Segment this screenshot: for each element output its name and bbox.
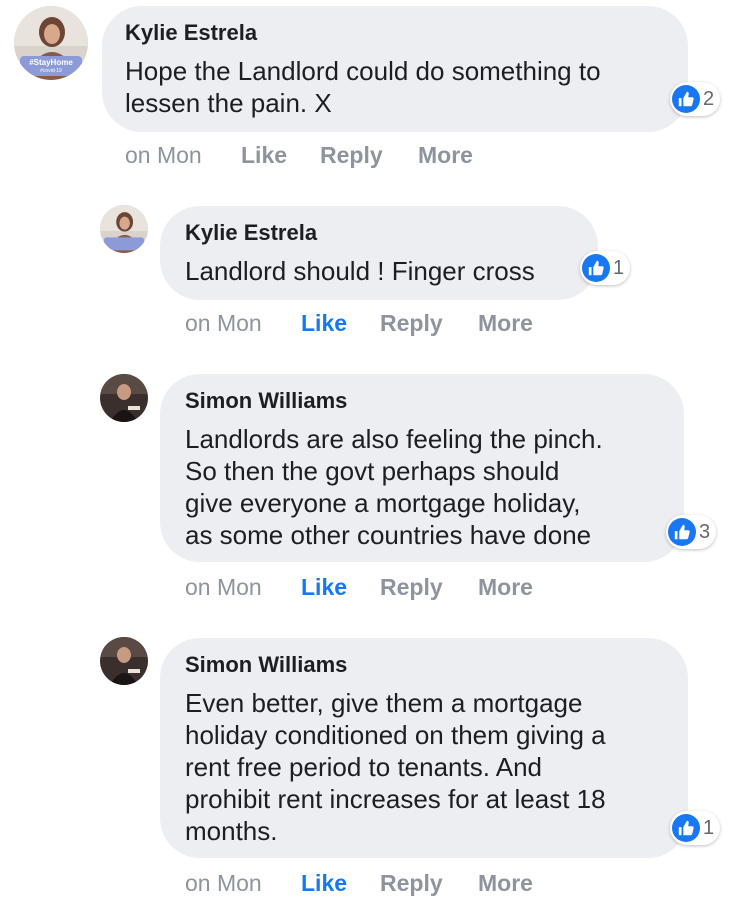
avatar[interactable] (100, 205, 148, 253)
reply-button[interactable]: Reply (380, 574, 443, 601)
comment-text-line: give everyone a mortgage holiday, (185, 488, 581, 518)
comment-text: Landlord should ! Finger cross (185, 255, 535, 287)
avatar-badge-text: #StayHome (29, 58, 73, 67)
comment-text-line: rent free period to tenants. And (185, 752, 543, 782)
comment-text-line: Hope the Landlord could do something to (125, 56, 601, 86)
thumbs-up-icon (668, 518, 696, 546)
thumbs-up-icon (672, 85, 700, 113)
reply-button[interactable]: Reply (320, 142, 383, 169)
comment-timestamp[interactable]: on Mon (185, 574, 262, 601)
reaction-count: 1 (703, 816, 715, 839)
avatar-photo (100, 205, 148, 253)
avatar[interactable] (100, 637, 148, 685)
comment-text-line: prohibit rent increases for at least 18 (185, 784, 606, 814)
reaction-count: 3 (699, 520, 711, 543)
comment-text-line: Even better, give them a mortgage (185, 688, 583, 718)
comment-timestamp[interactable]: on Mon (185, 310, 262, 337)
thumbs-up-icon (672, 814, 700, 842)
avatar[interactable]: #StayHome #covid-19 (14, 6, 88, 80)
like-button[interactable]: Like (301, 574, 347, 601)
comment-text-line: as some other countries have done (185, 520, 592, 550)
reaction-summary[interactable]: 3 (666, 515, 717, 549)
comment-author[interactable]: Simon Williams (185, 388, 347, 414)
reaction-summary[interactable]: 1 (580, 251, 631, 285)
comment-text-line: lessen the pain. X (125, 88, 332, 118)
reply-button[interactable]: Reply (380, 870, 443, 897)
like-button[interactable]: Like (241, 142, 287, 169)
reaction-summary[interactable]: 2 (670, 82, 721, 116)
more-button[interactable]: More (418, 142, 473, 169)
comment-text-line: Landlords are also feeling the pinch. (185, 424, 603, 454)
comment-text-line: So then the govt perhaps should (185, 456, 560, 486)
comment-author[interactable]: Kylie Estrela (185, 220, 317, 246)
comment-timestamp[interactable]: on Mon (185, 870, 262, 897)
comment-text: Hope the Landlord could do something to … (125, 55, 601, 119)
comment-text: Even better, give them a mortgage holida… (185, 687, 606, 847)
more-button[interactable]: More (478, 310, 533, 337)
reaction-count: 1 (613, 256, 625, 279)
reply-button[interactable]: Reply (380, 310, 443, 337)
avatar-badge-subtext: #covid-19 (40, 68, 62, 74)
reaction-summary[interactable]: 1 (670, 811, 721, 845)
avatar-photo (100, 637, 148, 685)
comment-text-line: months. (185, 816, 278, 846)
comment-author[interactable]: Kylie Estrela (125, 20, 257, 46)
more-button[interactable]: More (478, 574, 533, 601)
comment-timestamp[interactable]: on Mon (125, 142, 202, 169)
thumbs-up-icon (582, 254, 610, 282)
comment-text-line: holiday conditioned on them giving a (185, 720, 606, 750)
like-button[interactable]: Like (301, 870, 347, 897)
avatar[interactable] (100, 374, 148, 422)
comment-text: Landlords are also feeling the pinch. So… (185, 423, 603, 551)
reaction-count: 2 (703, 87, 715, 110)
avatar-photo (100, 374, 148, 422)
comment-text-line: Landlord should ! Finger cross (185, 256, 535, 286)
comment-author[interactable]: Simon Williams (185, 652, 347, 678)
like-button[interactable]: Like (301, 310, 347, 337)
more-button[interactable]: More (478, 870, 533, 897)
